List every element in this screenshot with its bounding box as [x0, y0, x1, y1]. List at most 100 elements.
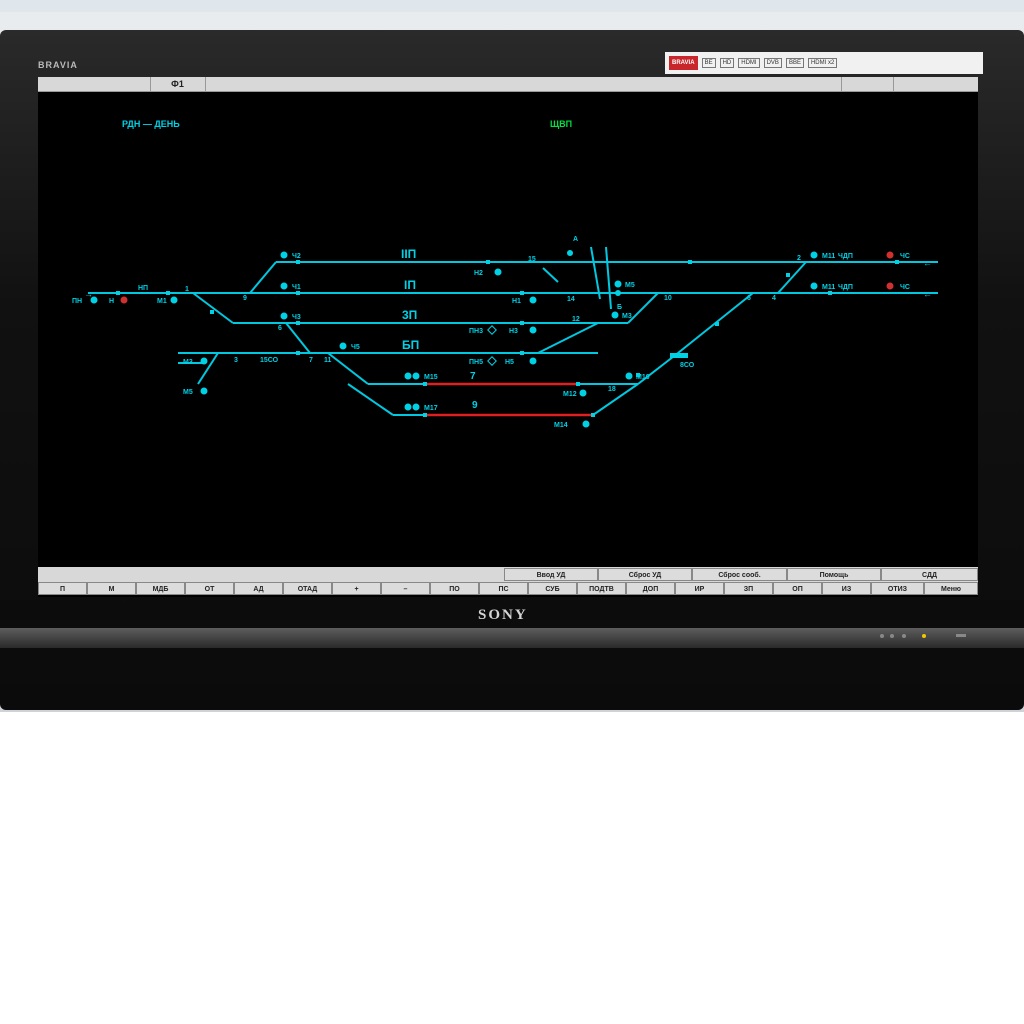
signal-m14-icon[interactable] — [582, 420, 590, 428]
led-icon — [890, 634, 894, 638]
label-n3: Н3 — [509, 328, 518, 335]
label-np: НП — [138, 285, 148, 292]
signal-m11a-icon[interactable] — [810, 251, 818, 259]
joint-icon — [576, 382, 580, 386]
cmd-dop-button[interactable]: ДОП — [626, 582, 675, 595]
cmd-sub-button[interactable]: СУБ — [528, 582, 577, 595]
signal-n5-icon[interactable] — [529, 357, 537, 365]
signal-pn5-icon[interactable] — [487, 356, 497, 366]
element-labels: Ч2 Ч1 Ч3 Ч5 Н2 Н1 Н3 Н5 ПН3 ПН5 М15 М17 … — [72, 236, 910, 429]
cmd-ot-button[interactable]: ОТ — [185, 582, 234, 595]
joint-icon — [591, 413, 595, 417]
station-label: ЩВП — [550, 119, 572, 129]
cmd-ir-button[interactable]: ИР — [675, 582, 724, 595]
menu-button[interactable]: Меню — [924, 582, 978, 595]
tab-blank-4[interactable] — [893, 77, 978, 91]
signal-n2-icon[interactable] — [494, 268, 502, 276]
signal-m17a-icon[interactable] — [404, 403, 412, 411]
tab-bar: Ф1 — [38, 77, 978, 92]
led-icon — [902, 634, 906, 638]
label-b: Б — [617, 304, 622, 311]
bravia-badge: BRAVIA — [669, 56, 698, 70]
signal-m11b-icon[interactable] — [810, 282, 818, 290]
switch-label-12: 12 — [572, 316, 580, 323]
help-button[interactable]: Помощь — [787, 568, 881, 581]
signal-m12-icon[interactable] — [579, 389, 587, 397]
command-toolbar: Ввод УД Сброс УД Сброс сооб. Помощь СДД … — [38, 567, 978, 595]
switch-label-15: 15 — [528, 256, 536, 263]
joint-icon — [423, 413, 427, 417]
switch-11-line — [327, 352, 369, 385]
switch-label-18: 18 — [608, 386, 616, 393]
signal-pn3-icon[interactable] — [487, 325, 497, 335]
signal-lamps — [90, 250, 894, 428]
label-m5-left: М5 — [183, 389, 193, 396]
cmd-ps-button[interactable]: ПС — [479, 582, 528, 595]
cmd-p-button[interactable]: П — [38, 582, 87, 595]
signal-m17b-icon[interactable] — [412, 403, 420, 411]
signal-m3l-icon[interactable] — [200, 357, 208, 365]
cmd-op-button[interactable]: ОП — [773, 582, 822, 595]
signal-n3-icon[interactable] — [529, 326, 537, 334]
signal-ch5-icon[interactable] — [339, 342, 347, 350]
cmd-podtv-button[interactable]: ПОДТВ — [577, 582, 626, 595]
cmd-otiz-button[interactable]: ОТИЗ — [871, 582, 924, 595]
switch-label-9: 9 — [243, 295, 247, 302]
signal-b-icon[interactable] — [615, 290, 621, 296]
arrow-right-icon: → — [84, 289, 93, 299]
track-label-1p: IП — [404, 278, 416, 292]
signal-ch2-icon[interactable] — [280, 251, 288, 259]
switch-label-11: 11 — [324, 357, 332, 364]
label-m12: М12 — [563, 391, 577, 398]
wall — [0, 0, 1024, 12]
label-m11a: М11 — [822, 253, 835, 260]
cmd-m-button[interactable]: М — [87, 582, 136, 595]
signal-m1-icon[interactable] — [170, 296, 178, 304]
sdd-button[interactable]: СДД — [881, 568, 978, 581]
switch-label-8co: 8СО — [680, 362, 695, 369]
label-n: Н — [109, 298, 114, 305]
signal-m5r-icon[interactable] — [614, 280, 622, 288]
tab-blank-1[interactable] — [38, 77, 151, 91]
switch-label-6-right: 6 — [747, 295, 751, 302]
joint-icon — [296, 260, 300, 264]
enter-ud-button[interactable]: Ввод УД — [504, 568, 598, 581]
signal-a-icon[interactable] — [567, 250, 573, 256]
switch-1-line — [192, 292, 234, 324]
signal-n-icon[interactable] — [120, 296, 128, 304]
tab-blank-3[interactable] — [841, 77, 894, 91]
cmd-mdb-button[interactable]: МДБ — [136, 582, 185, 595]
signal-m10-icon[interactable] — [625, 372, 633, 380]
cmd-zp-button[interactable]: ЗП — [724, 582, 773, 595]
tab-blank-2[interactable] — [205, 77, 842, 91]
signal-ch1-icon[interactable] — [280, 282, 288, 290]
signal-m3r-icon[interactable] — [611, 311, 619, 319]
signal-m5l-icon[interactable] — [200, 387, 208, 395]
reset-messages-button[interactable]: Сброс сооб. — [692, 568, 787, 581]
reset-ud-button[interactable]: Сброс УД — [598, 568, 692, 581]
signal-n1-icon[interactable] — [529, 296, 537, 304]
signal-chs-a-icon[interactable] — [886, 251, 894, 259]
cmd-otad-button[interactable]: ОТАД — [283, 582, 332, 595]
cmd-iz-button[interactable]: ИЗ — [822, 582, 871, 595]
cmd-po-button[interactable]: ПО — [430, 582, 479, 595]
signal-chs-b-icon[interactable] — [886, 282, 894, 290]
switch-8co-icon[interactable] — [670, 353, 688, 358]
label-m5: М5 — [625, 282, 635, 289]
signal-m15b-icon[interactable] — [412, 372, 420, 380]
cmd-minus-button[interactable]: – — [381, 582, 430, 595]
joint-icon — [786, 273, 790, 277]
cmd-ad-button[interactable]: АД — [234, 582, 283, 595]
signal-m15a-icon[interactable] — [404, 372, 412, 380]
hd-badge: HD — [719, 58, 735, 68]
control-screen: Ф1 РДН — ДЕНЬ ЩВП IIП IП 3П БП 7 9 → ← ←… — [38, 77, 978, 597]
tab-f1[interactable]: Ф1 — [150, 77, 206, 91]
hdmi-badge: HDMI — [738, 58, 760, 68]
signal-ch3-icon[interactable] — [280, 312, 288, 320]
cmd-plus-button[interactable]: + — [332, 582, 381, 595]
switch-to-9-line — [347, 383, 394, 416]
track-labels: IIП IП 3П БП 7 9 — [401, 247, 478, 411]
joint-icon — [520, 291, 524, 295]
label-chs-a: ЧС — [900, 253, 910, 260]
switch-15-line — [542, 267, 559, 283]
